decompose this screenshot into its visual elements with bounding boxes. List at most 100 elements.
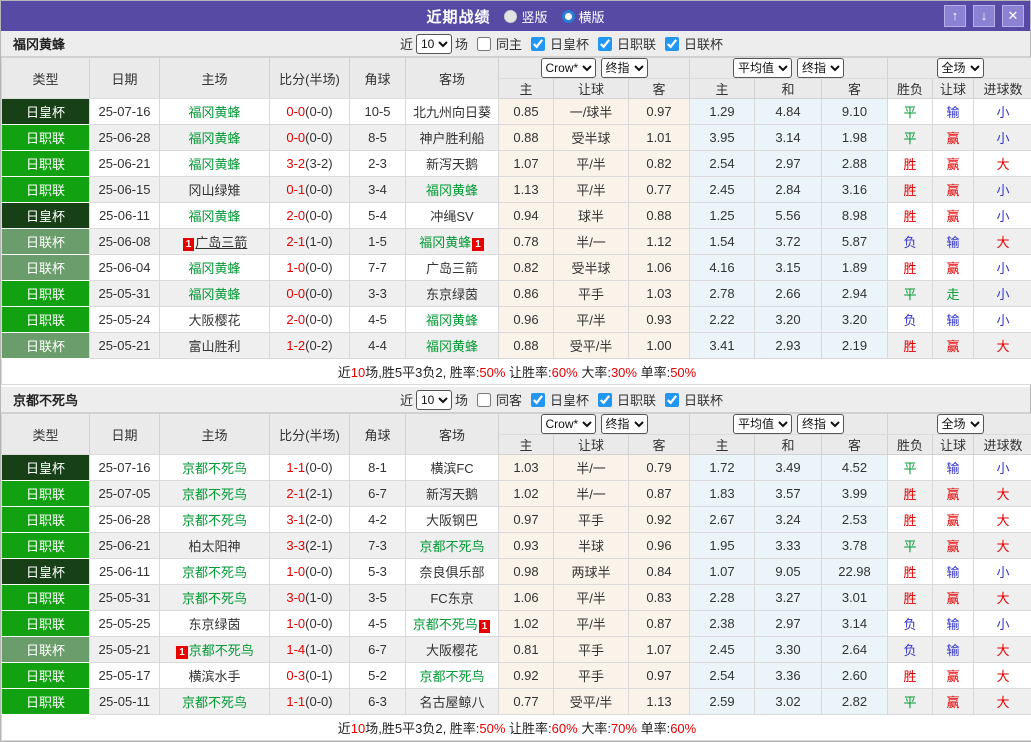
summary-stat-label: 场,胜5平3负2, 胜率: — [365, 365, 479, 380]
team-name-link: 京都不死鸟 — [182, 565, 247, 580]
odds-source-select[interactable]: Crow* — [541, 414, 596, 434]
handicap-result-cell: 走 — [933, 281, 974, 307]
avg-away-odds-cell: 5.87 — [822, 229, 888, 255]
summary-stat-label: 让胜率: — [505, 365, 551, 380]
team-name-link: 福冈黄蜂 — [426, 313, 478, 328]
wdl-result-cell: 胜 — [888, 177, 933, 203]
team-name-link: 福冈黄蜂 — [188, 261, 240, 276]
summary-stat-value: 60% — [552, 365, 578, 380]
avg-source-select[interactable]: 平均值 — [733, 414, 792, 434]
avg-home-odds-cell: 2.59 — [690, 689, 755, 715]
match-date-cell: 25-06-11 — [90, 203, 160, 229]
league-cup-checkbox[interactable] — [665, 37, 679, 51]
league-type-cell: 日职联 — [2, 611, 90, 637]
summary-stat-value: 60% — [552, 721, 578, 736]
summary-stat-label: 大率: — [578, 365, 611, 380]
avg-away-odds-cell: 1.98 — [822, 125, 888, 151]
home-team-cell: 京都不死鸟 — [160, 507, 270, 533]
avg-home-odds-cell: 1.95 — [690, 533, 755, 559]
team-name-link: 横滨FC — [430, 461, 473, 476]
avg-time-select[interactable]: 终指 — [797, 58, 844, 78]
league-j1-checkbox[interactable] — [598, 393, 612, 407]
radio-unselected-icon[interactable] — [504, 10, 517, 23]
panel-title: 近期战绩 — [426, 6, 490, 27]
move-up-button[interactable]: ↑ — [944, 5, 966, 27]
avg-away-odds-cell: 4.52 — [822, 455, 888, 481]
avg-draw-odds-cell: 2.93 — [755, 333, 822, 359]
cup-emperor-checkbox[interactable] — [531, 393, 545, 407]
avg-away-odds-cell: 2.64 — [822, 637, 888, 663]
recent-label: 近 — [400, 390, 413, 409]
recent-count-select[interactable]: 10 — [416, 390, 452, 410]
avg-source-select[interactable]: 平均值 — [733, 58, 792, 78]
home-team-cell: 福冈黄蜂 — [160, 281, 270, 307]
league-j1-checkbox[interactable] — [598, 37, 612, 51]
goals-result-cell: 大 — [974, 333, 1031, 359]
corners-cell: 6-3 — [350, 689, 406, 715]
avg-time-select[interactable]: 终指 — [797, 414, 844, 434]
cup-emperor-label: 日皇杯 — [550, 34, 589, 53]
handicap-home-odds-cell: 1.03 — [499, 455, 554, 481]
avg-away-odds-cell: 3.78 — [822, 533, 888, 559]
corners-cell: 4-5 — [350, 307, 406, 333]
scope-select[interactable]: 全场 — [937, 414, 984, 434]
team-name-link: 神户胜利船 — [419, 131, 484, 146]
col-date: 日期 — [90, 414, 160, 455]
match-date-cell: 25-06-21 — [90, 151, 160, 177]
home-team-cell: 福冈黄蜂 — [160, 125, 270, 151]
same-venue-checkbox[interactable] — [477, 393, 491, 407]
team-name-link: 新泻天鹅 — [426, 487, 478, 502]
avg-draw-odds-cell: 2.66 — [755, 281, 822, 307]
goals-result-cell: 小 — [974, 455, 1031, 481]
team-name-link: 福冈黄蜂 — [188, 131, 240, 146]
league-type-cell: 日职联 — [2, 307, 90, 333]
avg-away-odds-cell: 3.16 — [822, 177, 888, 203]
scope-select[interactable]: 全场 — [937, 58, 984, 78]
wdl-result-cell: 平 — [888, 533, 933, 559]
handicap-home-odds-cell: 0.88 — [499, 125, 554, 151]
col-home: 主场 — [160, 58, 270, 99]
col-score: 比分(半场) — [270, 58, 350, 99]
match-date-cell: 25-06-04 — [90, 255, 160, 281]
handicap-home-odds-cell: 0.86 — [499, 281, 554, 307]
games-label: 场 — [455, 390, 468, 409]
handicap-line-cell: 半/一 — [554, 481, 629, 507]
cup-emperor-checkbox[interactable] — [531, 37, 545, 51]
horizontal-layout-radio[interactable]: 横版 — [562, 7, 605, 26]
score-cell: 0-0(0-0) — [270, 281, 350, 307]
team-name-1: 福冈黄蜂 — [13, 34, 65, 53]
corners-cell: 5-4 — [350, 203, 406, 229]
league-type-cell: 日联杯 — [2, 637, 90, 663]
score-cell: 3-2(3-2) — [270, 151, 350, 177]
match-date-cell: 25-05-11 — [90, 689, 160, 715]
league-type-cell: 日职联 — [2, 125, 90, 151]
wdl-result-cell: 胜 — [888, 203, 933, 229]
corners-cell: 3-5 — [350, 585, 406, 611]
team-name-link[interactable]: 广岛三箭 — [195, 235, 247, 250]
odds-source-select[interactable]: Crow* — [541, 58, 596, 78]
radio-selected-icon[interactable] — [562, 10, 575, 23]
recent-count-select[interactable]: 10 — [416, 34, 452, 54]
same-venue-checkbox[interactable] — [477, 37, 491, 51]
avg-home-odds-cell: 2.54 — [690, 151, 755, 177]
home-team-cell: 京都不死鸟 — [160, 689, 270, 715]
league-type-cell: 日皇杯 — [2, 203, 90, 229]
col-handicap-result: 让球 — [933, 79, 974, 99]
team-name-2: 京都不死鸟 — [13, 390, 78, 409]
handicap-result-cell: 赢 — [933, 585, 974, 611]
filter-controls-2: 近 10 场 同客 日皇杯 日职联 日联杯 — [308, 390, 723, 410]
away-team-cell: 奈良俱乐部 — [406, 559, 499, 585]
team-name-link: 京都不死鸟 — [182, 487, 247, 502]
odds-time-select[interactable]: 终指 — [601, 58, 648, 78]
vertical-layout-radio[interactable]: 竖版 — [504, 7, 547, 26]
wdl-result-cell: 胜 — [888, 585, 933, 611]
corners-cell: 7-7 — [350, 255, 406, 281]
league-cup-checkbox[interactable] — [665, 393, 679, 407]
move-down-button[interactable]: ↓ — [973, 5, 995, 27]
col-avg-home: 主 — [690, 435, 755, 455]
close-button[interactable]: ✕ — [1002, 5, 1024, 27]
odds-time-select[interactable]: 终指 — [601, 414, 648, 434]
home-team-cell: 福冈黄蜂 — [160, 255, 270, 281]
away-team-cell: 福冈黄蜂1 — [406, 229, 499, 255]
col-handicap: 让球 — [554, 79, 629, 99]
